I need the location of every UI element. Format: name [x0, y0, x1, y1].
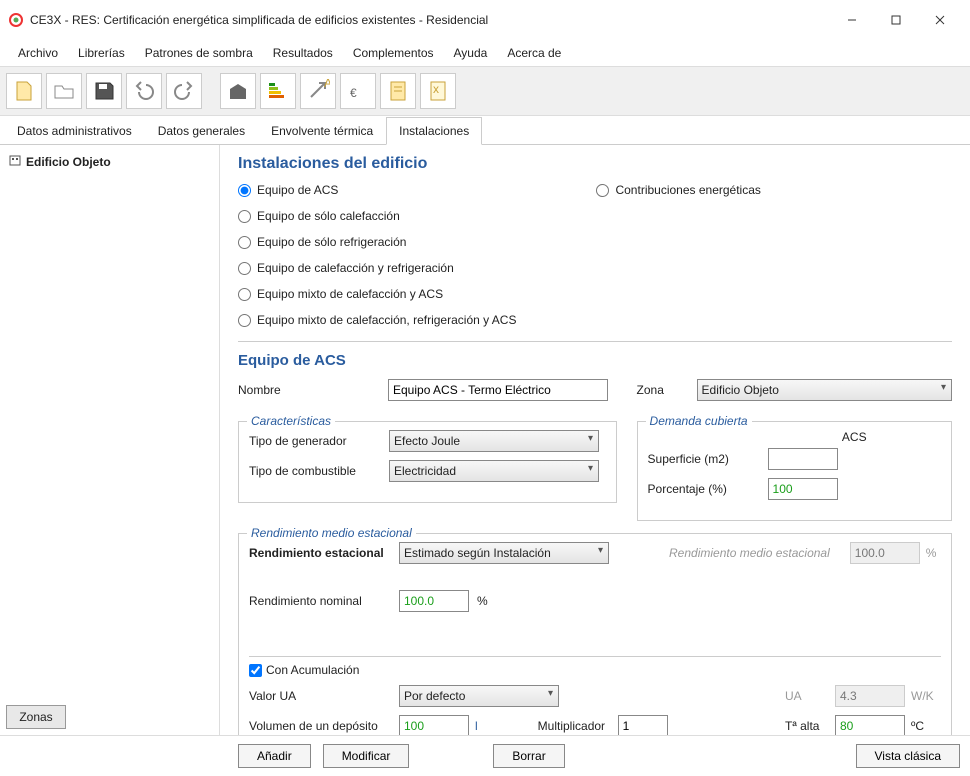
volumen-label: Volumen de un depósito — [249, 719, 399, 733]
window-title: CE3X - RES: Certificación energética sim… — [30, 13, 830, 27]
main-panel: Instalaciones del edificio Equipo de ACS… — [220, 145, 970, 735]
tab-instalaciones[interactable]: Instalaciones — [386, 117, 482, 145]
menubar: Archivo Librerías Patrones de sombra Res… — [0, 40, 970, 66]
xml-button[interactable]: x — [420, 73, 456, 109]
economics-button[interactable]: € — [340, 73, 376, 109]
rend-estacional-select[interactable]: Estimado según Instalación — [399, 542, 609, 564]
radio-calef-refrig[interactable]: Equipo de calefacción y refrigeración — [238, 261, 516, 275]
radio-solo-calefaccion[interactable]: Equipo de sólo calefacción — [238, 209, 516, 223]
anadir-button[interactable]: Añadir — [238, 744, 311, 768]
radio-contribuciones[interactable]: Contribuciones energéticas — [596, 183, 760, 197]
titlebar: CE3X - RES: Certificación energética sim… — [0, 0, 970, 40]
tipo-generador-select[interactable]: Efecto Joule — [389, 430, 599, 452]
zona-label: Zona — [637, 383, 697, 397]
tab-datos-administrativos[interactable]: Datos administrativos — [4, 117, 145, 145]
vista-clasica-button[interactable]: Vista clásica — [856, 744, 960, 768]
porcentaje-label: Porcentaje (%) — [648, 482, 768, 496]
radio-solo-refrigeracion[interactable]: Equipo de sólo refrigeración — [238, 235, 516, 249]
zona-select[interactable]: Edificio Objeto — [697, 379, 952, 401]
energy-label-button[interactable] — [260, 73, 296, 109]
fieldset-demanda: Demanda cubierta ACS Superficie (m2) Por… — [637, 421, 952, 521]
radio-equipo-acs[interactable]: Equipo de ACS — [238, 183, 516, 197]
nombre-input[interactable] — [388, 379, 608, 401]
radio-mixto-calef-acs[interactable]: Equipo mixto de calefacción y ACS — [238, 287, 516, 301]
svg-text:x: x — [433, 82, 439, 96]
tab-datos-generales[interactable]: Datos generales — [145, 117, 258, 145]
menu-resultados[interactable]: Resultados — [263, 42, 343, 64]
radio-mixto-todo[interactable]: Equipo mixto de calefacción, refrigeraci… — [238, 313, 516, 327]
multiplicador-label: Multiplicador — [538, 719, 618, 733]
menu-acercade[interactable]: Acerca de — [497, 42, 571, 64]
report-button[interactable] — [380, 73, 416, 109]
multiplicador-input[interactable] — [618, 715, 668, 735]
menu-ayuda[interactable]: Ayuda — [444, 42, 498, 64]
superficie-input[interactable] — [768, 448, 838, 470]
new-file-button[interactable] — [6, 73, 42, 109]
building-icon — [8, 153, 22, 170]
svg-text:€: € — [350, 86, 357, 100]
borrar-button[interactable]: Borrar — [493, 744, 564, 768]
rend-nominal-label: Rendimiento nominal — [249, 594, 399, 608]
menu-patrones[interactable]: Patrones de sombra — [135, 42, 263, 64]
minimize-button[interactable] — [830, 6, 874, 34]
undo-button[interactable] — [126, 73, 162, 109]
tipo-generador-label: Tipo de generador — [249, 434, 389, 448]
valor-ua-label: Valor UA — [249, 689, 399, 703]
rend-medio-label: Rendimiento medio estacional — [669, 546, 830, 560]
ta-alta-label: Tª alta — [785, 719, 835, 733]
section-title: Equipo de ACS — [238, 352, 952, 369]
app-icon — [8, 12, 24, 28]
building-button[interactable] — [220, 73, 256, 109]
maximize-button[interactable] — [874, 6, 918, 34]
fieldset-rendimiento: Rendimiento medio estacional Rendimiento… — [238, 533, 952, 735]
valor-ua-select[interactable]: Por defecto — [399, 685, 559, 707]
fieldset-caracteristicas: Características Tipo de generador Efecto… — [238, 421, 617, 503]
nombre-label: Nombre — [238, 383, 388, 397]
svg-text:A: A — [324, 79, 330, 90]
acs-header: ACS — [768, 430, 941, 444]
open-file-button[interactable] — [46, 73, 82, 109]
sidebar: Edificio Objeto Zonas — [0, 145, 220, 735]
ta-alta-input[interactable] — [835, 715, 905, 735]
improve-button[interactable]: A — [300, 73, 336, 109]
save-button[interactable] — [86, 73, 122, 109]
rend-nominal-input[interactable] — [399, 590, 469, 612]
redo-button[interactable] — [166, 73, 202, 109]
toolbar: A € x — [0, 66, 970, 116]
tipo-combustible-select[interactable]: Electricidad — [389, 460, 599, 482]
footer-buttons: Añadir Modificar Borrar Vista clásica — [0, 735, 970, 776]
tipo-combustible-label: Tipo de combustible — [249, 464, 389, 478]
rend-estacional-label: Rendimiento estacional — [249, 546, 399, 560]
menu-librerias[interactable]: Librerías — [68, 42, 135, 64]
menu-archivo[interactable]: Archivo — [8, 42, 68, 64]
superficie-label: Superficie (m2) — [648, 452, 768, 466]
tab-envolvente[interactable]: Envolvente térmica — [258, 117, 386, 145]
tree-root-label: Edificio Objeto — [26, 155, 111, 169]
close-button[interactable] — [918, 6, 962, 34]
ua-label: UA — [785, 689, 835, 703]
volumen-input[interactable] — [399, 715, 469, 735]
con-acumulacion-checkbox[interactable]: Con Acumulación — [249, 663, 941, 677]
heading-instalaciones: Instalaciones del edificio — [238, 155, 952, 173]
zonas-button[interactable]: Zonas — [6, 705, 66, 729]
porcentaje-input[interactable] — [768, 478, 838, 500]
tree-root-edificio[interactable]: Edificio Objeto — [6, 151, 213, 172]
rend-medio-input — [850, 542, 920, 564]
menu-complementos[interactable]: Complementos — [343, 42, 444, 64]
ua-input — [835, 685, 905, 707]
modificar-button[interactable]: Modificar — [323, 744, 410, 768]
main-tabs: Datos administrativos Datos generales En… — [0, 116, 970, 145]
